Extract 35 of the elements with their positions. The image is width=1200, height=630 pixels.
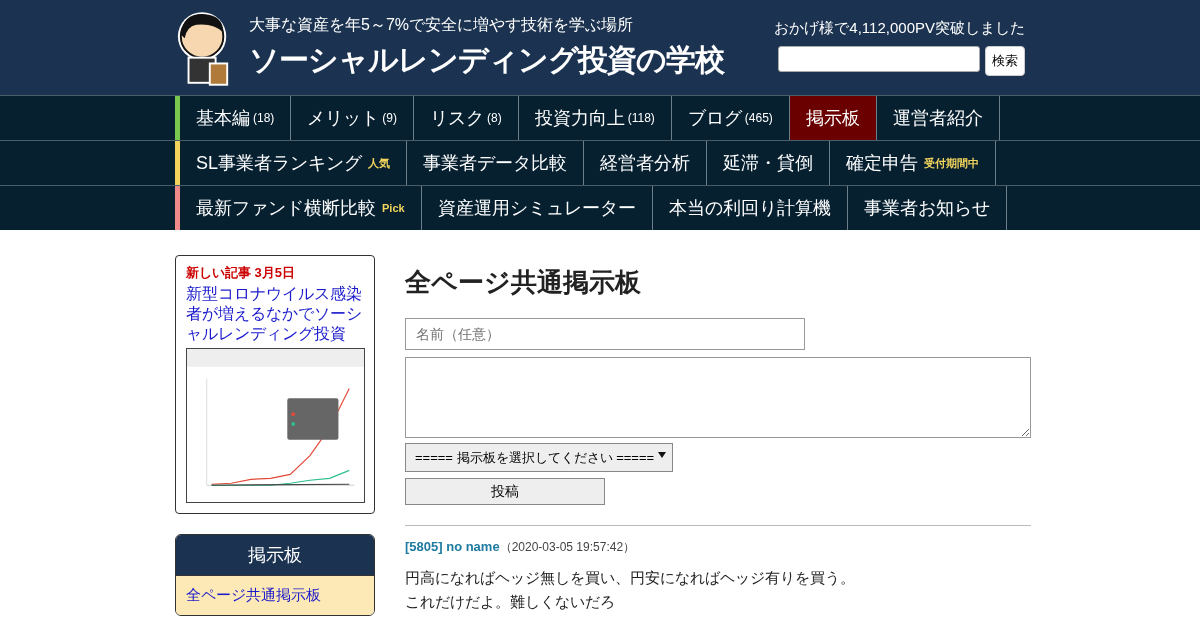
board-select[interactable]: ===== 掲示板を選択してください ===== bbox=[405, 443, 674, 472]
name-field[interactable]: 名前（任意） bbox=[405, 318, 805, 350]
new-article-heading: 新しい記事 3月5日 bbox=[186, 264, 297, 282]
nav-tab[interactable]: 基本編 (18) bbox=[180, 96, 292, 140]
post-date: （2020-03-05 19:57:42） bbox=[499, 540, 636, 554]
message-field[interactable] bbox=[405, 357, 1031, 438]
pageview-notice: おかげ様で4,112,000PV突破しました bbox=[774, 19, 1025, 38]
nav-tab[interactable]: SL事業者ランキング 人気 bbox=[180, 141, 408, 185]
page-title: 全ページ共通掲示板 bbox=[405, 266, 642, 299]
nav-tab[interactable]: 延滞・貸倒 bbox=[707, 141, 831, 185]
article-link[interactable]: 新型コロナウイルス感染者が増えるなかでソーシャルレンディング投資 bbox=[186, 284, 364, 344]
nav-tab[interactable]: ブログ (465) bbox=[671, 96, 790, 140]
nav-tab[interactable]: 投資力向上 (118) bbox=[518, 96, 672, 140]
nav-tab[interactable]: 確定申告 受付期間中 bbox=[830, 141, 997, 185]
board-menu-title: 掲示板 bbox=[176, 535, 374, 575]
nav-tab[interactable]: 事業者お知らせ bbox=[847, 186, 1007, 230]
search-button[interactable]: 検索 bbox=[985, 46, 1025, 76]
post-author: [5805] no name bbox=[405, 539, 500, 554]
dropdown-icon bbox=[658, 452, 667, 458]
nav-tab[interactable]: リスク (8) bbox=[414, 96, 519, 140]
board-menu-item[interactable]: 全ページ共通掲示板 bbox=[176, 575, 374, 615]
submit-button[interactable]: 投稿 bbox=[405, 478, 605, 505]
nav-tab[interactable]: 本当の利回り計算機 bbox=[652, 186, 848, 230]
nav-tab[interactable]: 運営者紹介 bbox=[876, 96, 1000, 140]
nav-tab[interactable]: 資産運用シミュレーター bbox=[421, 186, 653, 230]
nav-tab[interactable]: 事業者データ比較 bbox=[407, 141, 585, 185]
post-text: これだけだよ。難しくないだろ bbox=[405, 592, 616, 612]
nav-tab[interactable]: 掲示板 bbox=[789, 96, 877, 140]
search-field[interactable] bbox=[778, 46, 980, 72]
nav-tab[interactable]: 経営者分析 bbox=[584, 141, 708, 185]
nav-tab[interactable]: メリット (9) bbox=[291, 96, 414, 140]
site-title[interactable]: ソーシャルレンディング投資の学校 bbox=[249, 39, 775, 81]
nav-tab[interactable]: 最新ファンド横断比較 Pick bbox=[180, 186, 422, 230]
post-text: 円高になればヘッジ無しを買い、円安になればヘッジ有りを買う。 bbox=[405, 568, 856, 588]
site-tagline: 大事な資産を年5～7%で安全に増やす技術を学ぶ場所 bbox=[249, 14, 635, 35]
